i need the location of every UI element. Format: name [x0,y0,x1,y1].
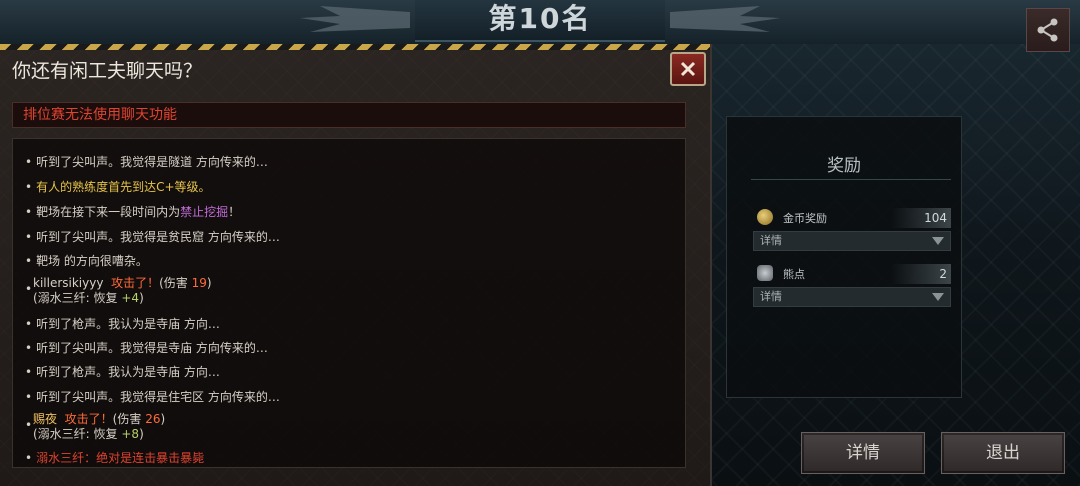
rank-title: 第10名 [415,0,665,42]
bear-details-dropdown[interactable]: 详情 [753,287,951,307]
bullet: • [25,282,33,296]
list-item: • 听到了尖叫声。我觉得是贫民窟 方向传来的… [25,230,280,244]
close-button[interactable] [670,52,706,86]
gold-reward-label: 金币奖励 [783,212,827,225]
bear-details-label: 详情 [760,290,782,303]
bullet: • [25,418,33,432]
share-icon [1037,18,1058,42]
gold-details-dropdown[interactable]: 详情 [753,231,951,251]
right-wing-ornament-icon [670,6,780,32]
list-item: • 有人的熟练度首先到达C+等级。 [25,180,211,194]
bear-points-row: 熊点 2 [753,263,951,285]
list-item: • 听到了尖叫声。我觉得是住宅区 方向传来的… [25,390,280,404]
list-item: • 听到了枪声。我认为是寺庙 方向… [25,317,220,331]
gold-details-label: 详情 [760,234,782,247]
reward-divider [751,179,951,180]
gold-reward-value: 104 [891,208,951,228]
close-icon [680,61,696,77]
list-item: • 靶场 的方向很嘈杂。 [25,254,148,268]
chat-dialog: 你还有闲工夫聊天吗？ 排位赛无法使用聊天功能 • 听到了尖叫声。我觉得是隧道 方向… [0,44,712,486]
bear-points-label: 熊点 [783,268,805,281]
chat-log[interactable]: • 听到了尖叫声。我觉得是隧道 方向传来的… • 有人的熟练度首先到达C+等级。 •… [12,138,686,468]
bear-paw-icon [757,265,773,281]
hazard-stripe [0,44,710,50]
left-wing-ornament-icon [300,6,410,32]
gold-reward-row: 金币奖励 104 [753,207,951,229]
list-item-sub: (溺水三纤: 恢复 +4) [33,291,144,305]
list-item: • 听到了尖叫声。我觉得是隧道 方向传来的… [25,155,268,169]
chevron-down-icon [932,237,944,245]
details-button[interactable]: 详情 [801,432,925,474]
list-item: • 听到了枪声。我认为是寺庙 方向… [25,365,220,379]
reward-title: 奖励 [827,156,861,176]
gold-coin-icon [757,209,773,225]
list-item: • 溺水三纤：绝对是连击暴击暴毙 [25,451,205,465]
dialog-title: 你还有闲工夫聊天吗？ [12,60,203,82]
chat-disabled-notice: 排位赛无法使用聊天功能 [12,102,686,128]
share-button[interactable] [1026,8,1070,52]
quit-button[interactable]: 退出 [941,432,1065,474]
list-item-sub: (溺水三纤: 恢复 +8) [33,427,144,441]
list-item: • 靶场在接下来一段时间内为禁止挖掘！ [25,205,241,219]
list-item: • 听到了尖叫声。我觉得是寺庙 方向传来的… [25,341,268,355]
reward-panel: 奖励 金币奖励 104 详情 熊点 2 详情 [726,116,962,398]
bear-points-value: 2 [891,264,951,284]
chevron-down-icon [932,293,944,301]
